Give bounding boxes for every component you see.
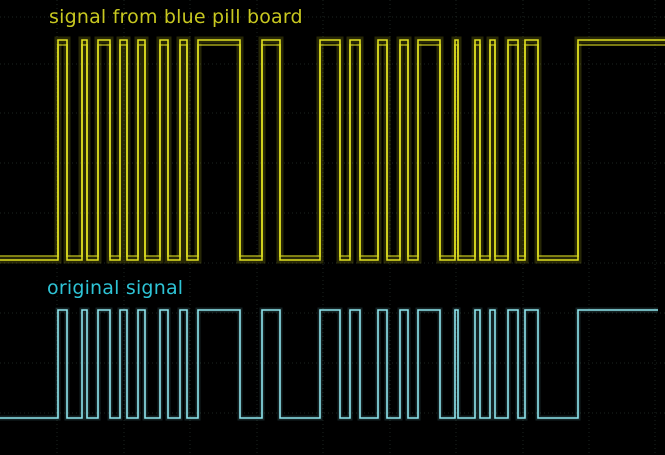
blue-pill-signal-label: signal from blue pill board (49, 6, 303, 28)
blue-pill-signal-trace (0, 36, 665, 264)
oscilloscope-screen: signal from blue pill board original sig… (0, 0, 665, 455)
original-signal-trace (0, 307, 658, 421)
oscilloscope-display (0, 0, 665, 455)
trace-persistence-glow (0, 36, 665, 264)
trace-line (0, 309, 658, 419)
original-signal-label: original signal (47, 277, 184, 299)
